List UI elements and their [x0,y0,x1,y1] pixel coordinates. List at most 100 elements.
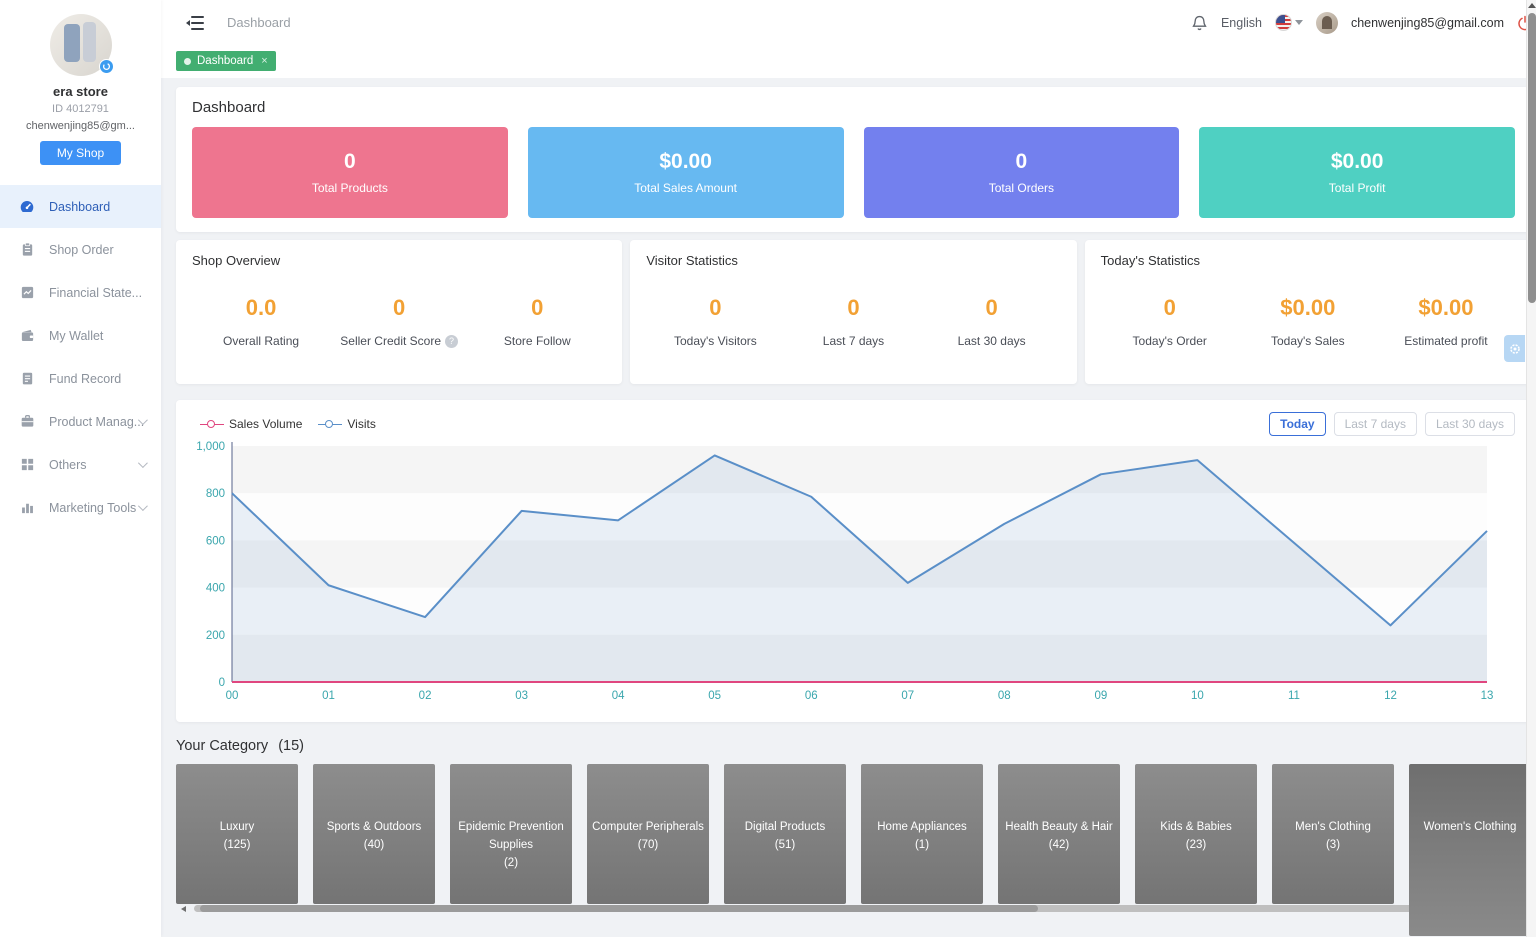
stat-card-label: Total Products [312,181,388,195]
stat-item: 0.0 Overall Rating [192,295,330,348]
sidebar-item-product-manag[interactable]: Product Manag... [0,400,161,443]
stat-label-text: Overall Rating [223,334,299,348]
sidebar-item-fund-record[interactable]: Fund Record [0,357,161,400]
sidebar-item-label: Marketing Tools [49,501,136,515]
range-button-last-30-days[interactable]: Last 30 days [1425,412,1515,436]
svg-text:03: 03 [515,690,528,702]
category-card-home-appliances[interactable]: Home Appliances(1) [861,764,983,904]
svg-text:01: 01 [322,690,335,702]
stat-label: Estimated profit [1377,334,1515,348]
category-item-count: (70) [591,837,705,855]
category-item-count: (3) [1276,837,1390,855]
store-email: chenwenjing85@gm... [0,120,161,132]
category-card-luxury[interactable]: Luxury(125) [176,764,298,904]
category-name: Computer Peripherals [591,819,705,837]
category-label: Computer Peripherals(70) [591,819,705,855]
svg-text:600: 600 [206,535,225,547]
category-card-digital-products[interactable]: Digital Products(51) [724,764,846,904]
tab-dashboard[interactable]: Dashboard × [176,51,276,71]
tab-label: Dashboard [197,55,253,67]
stat-card-value: 0 [1016,150,1028,174]
svg-text:400: 400 [206,583,225,595]
stat-value: 0 [923,295,1061,321]
category-item-count: (1) [865,837,979,855]
category-label: Epidemic Prevention Supplies(2) [454,819,568,872]
stat-value: 0.0 [192,295,330,321]
language-label[interactable]: English [1221,16,1262,30]
chart-svg: 02004006008001,0000001020304050607080910… [192,436,1494,708]
overview-panel: Dashboard 0Total Products$0.00Total Sale… [176,87,1531,232]
notification-bell-icon[interactable] [1191,14,1208,32]
stat-label-text: Today's Sales [1271,334,1345,348]
category-card-men-s-clothing[interactable]: Men's Clothing(3) [1272,764,1394,904]
legend-marker-icon [200,420,224,428]
stat-card-total-orders[interactable]: 0Total Orders [864,127,1180,218]
sidebar-item-dashboard[interactable]: Dashboard [0,185,161,228]
tab-close-icon[interactable]: × [261,55,267,67]
collapse-menu-icon[interactable] [188,16,204,30]
category-card-sports-outdoors[interactable]: Sports & Outdoors(40) [313,764,435,904]
my-shop-button[interactable]: My Shop [40,141,121,165]
tab-active-dot [184,58,191,65]
stat-card-label: Total Sales Amount [634,181,737,195]
sidebar-item-my-wallet[interactable]: My Wallet [0,314,161,357]
us-flag-icon [1275,14,1292,31]
wallet-icon [19,328,35,344]
category-count: (15) [278,738,304,754]
stat-label: Today's Visitors [646,334,784,348]
stat-item: $0.00Estimated profit [1377,295,1515,348]
help-icon[interactable]: ? [445,335,458,348]
carousel-left-arrow-icon[interactable] [181,906,186,912]
svg-text:0: 0 [219,677,225,689]
chart-range-buttons: Today Last 7 days Last 30 days [1269,412,1515,436]
panel-title: Today's Statistics [1101,253,1515,268]
category-card-women-s-clothing[interactable]: Women's Clothing [1409,764,1531,936]
horizontal-scrollbar-thumb[interactable] [200,905,1038,912]
category-carousel: Luxury(125)Sports & Outdoors(40) Epidemic… [176,764,1531,937]
category-card-kids-babies[interactable]: Kids & Babies(23) [1135,764,1257,904]
svg-text:06: 06 [805,690,818,702]
stat-card-total-products[interactable]: 0Total Products [192,127,508,218]
category-label: Men's Clothing(3) [1276,819,1390,855]
category-item-count: (40) [317,837,431,855]
sidebar-item-label: My Wallet [49,329,103,343]
sidebar-item-others[interactable]: Others [0,443,161,486]
stat-label: Today's Order [1101,334,1239,348]
horizontal-scrollbar-track[interactable] [194,905,1531,912]
category-name: Luxury [180,819,294,837]
category-card-computer-peripherals[interactable]: Computer Peripherals(70) [587,764,709,904]
legend-item-sales-volume[interactable]: Sales Volume [200,417,302,431]
store-avatar[interactable] [50,14,112,76]
category-name: Digital Products [728,819,842,837]
category-card-health-beauty-hair[interactable]: Health Beauty & Hair(42) [998,764,1120,904]
chevron-down-icon [138,501,148,511]
panel-visitor-statistics: Visitor Statistics0Today's Visitors0Last… [630,240,1076,384]
stat-card-value: $0.00 [1331,150,1384,174]
vertical-scrollbar[interactable] [1526,0,1536,937]
stat-item: 0Today's Order [1101,295,1239,348]
legend-item-visits[interactable]: Visits [318,417,375,431]
stat-card-total-sales-amount[interactable]: $0.00Total Sales Amount [528,127,844,218]
stat-label: Today's Sales [1239,334,1377,348]
stat-label-text: Last 7 days [823,334,884,348]
stat-card-total-profit[interactable]: $0.00Total Profit [1199,127,1515,218]
sidebar-item-marketing-tools[interactable]: Marketing Tools [0,486,161,529]
vertical-scrollbar-thumb[interactable] [1528,13,1536,303]
category-name: Kids & Babies [1139,819,1253,837]
stat-label: Seller Credit Score? [330,334,468,348]
language-flag-dropdown[interactable] [1275,14,1303,31]
svg-text:11: 11 [1288,690,1300,702]
stat-label-text: Store Follow [504,334,571,348]
category-card-epidemic-prevention-supplies[interactable]: Epidemic Prevention Supplies(2) [450,764,572,904]
sidebar-nav: DashboardShop OrderFinancial State... My … [0,185,161,529]
sidebar-item-financial-state[interactable]: Financial State... [0,271,161,314]
sidebar-item-shop-order[interactable]: Shop Order [0,228,161,271]
stat-label-text: Estimated profit [1404,334,1487,348]
range-button-last-7-days[interactable]: Last 7 days [1334,412,1417,436]
chart-panel: Sales Volume Visits Today Last 7 days Last … [176,400,1531,722]
stat-value: $0.00 [1239,295,1377,321]
scroll-up-arrow-icon[interactable] [1528,3,1536,8]
settings-gear-icon[interactable] [1504,335,1525,362]
user-avatar[interactable] [1316,12,1338,34]
range-button-today[interactable]: Today [1269,412,1325,436]
